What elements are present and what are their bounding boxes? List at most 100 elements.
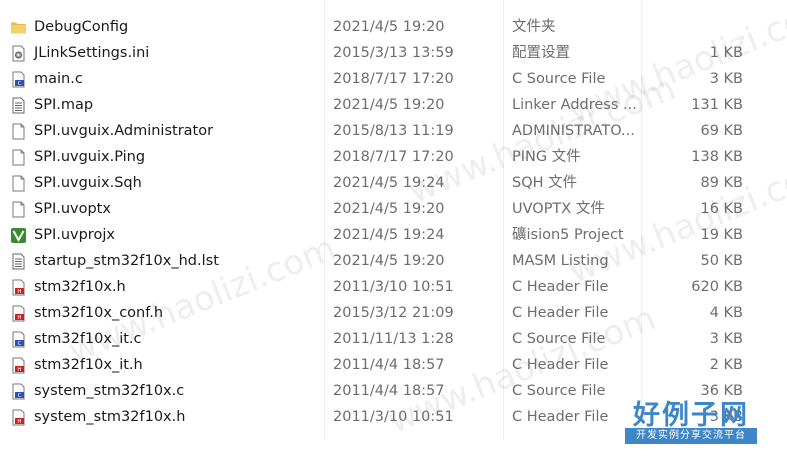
file-type: C Header File <box>512 305 609 321</box>
file-row[interactable]: DebugConfig 2021/4/5 19:20 文件夹 <box>0 14 787 40</box>
file-size: 3 KB <box>709 331 743 347</box>
file-row[interactable]: SPI.uvoptx 2021/4/5 19:20 UVOPTX 文件 16 K… <box>0 196 787 222</box>
file-size: 69 KB <box>700 123 743 139</box>
file-name: SPI.uvguix.Ping <box>34 149 146 165</box>
file-date: 2011/4/4 18:57 <box>333 357 445 373</box>
file-row[interactable]: startup_stm32f10x_hd.lst 2021/4/5 19:20 … <box>0 248 787 274</box>
file-date: 2021/4/5 19:20 <box>333 253 445 269</box>
c-header-icon: H <box>12 409 25 426</box>
file-name: stm32f10x_it.h <box>34 357 143 373</box>
file-size: 19 KB <box>700 227 743 243</box>
file-date: 2021/4/5 19:20 <box>333 201 445 217</box>
file-size: 2 KB <box>709 357 743 373</box>
file-name: DebugConfig <box>34 19 129 35</box>
file-type: PING 文件 <box>512 149 581 165</box>
file-date: 2018/7/17 17:20 <box>333 71 454 87</box>
file-name: system_stm32f10x.h <box>34 409 186 425</box>
file-type: 礦ision5 Project <box>512 227 624 243</box>
c-header-icon: H <box>12 357 25 374</box>
file-name: SPI.uvguix.Sqh <box>34 175 142 191</box>
file-row[interactable]: JLinkSettings.ini 2015/3/13 13:59 配置设置 1… <box>0 40 787 66</box>
file-name: main.c <box>34 71 83 87</box>
file-row[interactable]: C stm32f10x_it.c 2011/11/13 1:28 C Sourc… <box>0 326 787 352</box>
file-name: SPI.uvguix.Administrator <box>34 123 214 139</box>
file-date: 2011/11/13 1:28 <box>333 331 454 347</box>
file-date: 2015/3/13 13:59 <box>333 45 454 61</box>
file-size: 138 KB <box>691 149 743 165</box>
logo-tagline: 开发实例分享交流平台 <box>625 428 757 444</box>
blank-file-icon <box>12 175 25 192</box>
file-name: startup_stm32f10x_hd.lst <box>34 253 219 269</box>
settings-file-icon <box>12 45 25 62</box>
file-type: C Source File <box>512 71 606 87</box>
file-date: 2021/4/5 19:24 <box>333 227 445 243</box>
file-type: 文件夹 <box>512 19 556 35</box>
file-type: C Source File <box>512 331 606 347</box>
file-type: SQH 文件 <box>512 175 578 191</box>
keil-project-icon <box>11 228 26 243</box>
c-source-icon: C <box>12 71 25 88</box>
svg-text:C: C <box>18 393 22 399</box>
file-name: stm32f10x_it.c <box>34 331 142 347</box>
file-size: 16 KB <box>700 201 743 217</box>
file-type: UVOPTX 文件 <box>512 201 605 217</box>
file-name: stm32f10x_conf.h <box>34 305 164 321</box>
blank-file-icon <box>12 201 25 218</box>
blank-file-icon <box>12 149 25 166</box>
file-date: 2021/4/5 19:20 <box>333 19 445 35</box>
file-date: 2018/7/17 17:20 <box>333 149 454 165</box>
file-row[interactable]: SPI.uvguix.Administrator 2015/8/13 11:19… <box>0 118 787 144</box>
file-name: stm32f10x.h <box>34 279 126 295</box>
svg-text:H: H <box>17 315 21 321</box>
c-source-icon: C <box>12 383 25 400</box>
file-row[interactable]: H stm32f10x.h 2011/3/10 10:51 C Header F… <box>0 274 787 300</box>
svg-text:C: C <box>18 341 22 347</box>
svg-text:H: H <box>17 289 21 295</box>
file-date: 2011/3/10 10:51 <box>333 409 454 425</box>
file-type: C Header File <box>512 357 609 373</box>
file-name: system_stm32f10x.c <box>34 383 185 399</box>
svg-text:H: H <box>17 367 21 373</box>
text-file-icon <box>12 97 25 114</box>
blank-file-icon <box>12 123 25 140</box>
file-row[interactable]: SPI.uvprojx 2021/4/5 19:24 礦ision5 Proje… <box>0 222 787 248</box>
file-size: 3 KB <box>709 71 743 87</box>
file-name: SPI.uvoptx <box>34 201 111 217</box>
file-type: 配置设置 <box>512 45 570 61</box>
file-type: C Header File <box>512 279 609 295</box>
file-row[interactable]: C main.c 2018/7/17 17:20 C Source File 3… <box>0 66 787 92</box>
file-type: ADMINISTRATO... <box>512 123 635 139</box>
folder-icon <box>11 22 26 34</box>
file-row[interactable]: SPI.map 2021/4/5 19:20 Linker Address ..… <box>0 92 787 118</box>
file-row[interactable]: H stm32f10x_it.h 2011/4/4 18:57 C Header… <box>0 352 787 378</box>
file-date: 2011/3/10 10:51 <box>333 279 454 295</box>
file-type: C Source File <box>512 383 606 399</box>
file-size: 50 KB <box>700 253 743 269</box>
file-size: 1 KB <box>709 45 743 61</box>
file-list: DebugConfig 2021/4/5 19:20 文件夹 JLinkSett… <box>0 14 787 430</box>
file-date: 2015/3/12 21:09 <box>333 305 454 321</box>
logo-title: 好例子网 <box>633 400 749 431</box>
file-size: 131 KB <box>691 97 743 113</box>
text-file-icon <box>12 253 25 270</box>
c-header-icon: H <box>12 279 25 296</box>
file-size: 89 KB <box>700 175 743 191</box>
file-size: 620 KB <box>691 279 743 295</box>
c-header-icon: H <box>12 305 25 322</box>
file-date: 2011/4/4 18:57 <box>333 383 445 399</box>
file-date: 2021/4/5 19:20 <box>333 97 445 113</box>
c-source-icon: C <box>12 331 25 348</box>
svg-text:C: C <box>18 81 22 87</box>
file-row[interactable]: H stm32f10x_conf.h 2015/3/12 21:09 C Hea… <box>0 300 787 326</box>
file-type: C Header File <box>512 409 609 425</box>
file-name: SPI.uvprojx <box>34 227 115 243</box>
file-name: JLinkSettings.ini <box>34 45 150 61</box>
file-row[interactable]: SPI.uvguix.Sqh 2021/4/5 19:24 SQH 文件 89 … <box>0 170 787 196</box>
file-row[interactable]: SPI.uvguix.Ping 2018/7/17 17:20 PING 文件 … <box>0 144 787 170</box>
file-type: Linker Address ... <box>512 97 637 113</box>
file-date: 2015/8/13 11:19 <box>333 123 454 139</box>
file-date: 2021/4/5 19:24 <box>333 175 445 191</box>
file-size: 4 KB <box>709 305 743 321</box>
file-name: SPI.map <box>34 97 94 113</box>
haolizi-logo: 好例子网 开发实例分享交流平台 <box>625 393 757 449</box>
